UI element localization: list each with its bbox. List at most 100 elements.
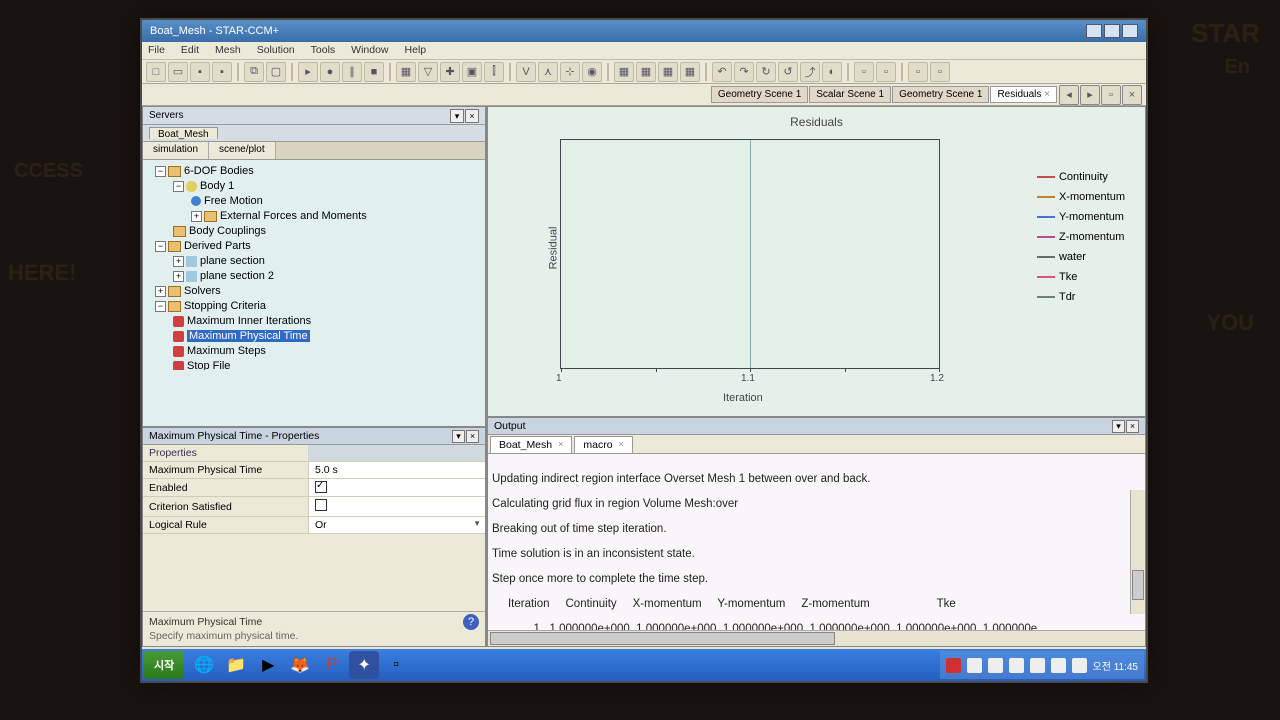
e2-icon[interactable]: ▫: [876, 62, 896, 82]
menu-edit[interactable]: Edit: [181, 44, 199, 57]
tray-icon[interactable]: [1051, 658, 1066, 673]
save-icon[interactable]: ▪: [190, 62, 210, 82]
taskbar-ie-icon[interactable]: 🌐: [189, 651, 219, 679]
grid3-icon[interactable]: ▦: [658, 62, 678, 82]
node-maxsteps[interactable]: Maximum Steps: [187, 345, 266, 357]
node-stopfile[interactable]: Stop File: [187, 360, 230, 370]
node-maxphys-selected[interactable]: Maximum Physical Time: [187, 330, 310, 342]
node-solvers[interactable]: Solvers: [184, 285, 221, 297]
scene-tab-residuals[interactable]: Residuals ×: [990, 86, 1057, 103]
output-close-icon[interactable]: ×: [1126, 420, 1139, 433]
node-maxinner[interactable]: Maximum Inner Iterations: [187, 315, 311, 327]
node-freemotion[interactable]: Free Motion: [204, 195, 263, 207]
maximize-button[interactable]: [1104, 24, 1120, 38]
output-hscrollbar[interactable]: [488, 630, 1145, 646]
tab-close-icon[interactable]: ×: [1122, 85, 1142, 105]
grid2-icon[interactable]: ▦: [636, 62, 656, 82]
node-plane2[interactable]: plane section 2: [200, 270, 274, 282]
menu-tools[interactable]: Tools: [311, 44, 336, 57]
mesh-icon[interactable]: ▦: [396, 62, 416, 82]
r3-icon[interactable]: ⤴: [800, 62, 820, 82]
node-extforces[interactable]: External Forces and Moments: [220, 210, 367, 222]
tree-pin-icon[interactable]: ▾: [450, 109, 464, 123]
props-pin-icon[interactable]: ▾: [452, 430, 465, 443]
tree-close-icon[interactable]: ×: [465, 109, 479, 123]
output-tab-boatmesh[interactable]: Boat_Mesh×: [490, 436, 572, 453]
stop-icon[interactable]: ■: [364, 62, 384, 82]
taskbar-starccm-icon[interactable]: ✦: [349, 651, 379, 679]
chart-icon[interactable]: ⫿: [484, 62, 504, 82]
e1-icon[interactable]: ▫: [854, 62, 874, 82]
tab-left-icon[interactable]: ◂: [1059, 85, 1079, 105]
minimize-button[interactable]: [1086, 24, 1102, 38]
r2-icon[interactable]: ↺: [778, 62, 798, 82]
prop-maxphys-value[interactable]: 5.0 s: [308, 462, 485, 478]
saveall-icon[interactable]: ▪: [212, 62, 232, 82]
output-pin-icon[interactable]: ▾: [1112, 420, 1125, 433]
undo-icon[interactable]: ↶: [712, 62, 732, 82]
node-bodycoup[interactable]: Body Couplings: [189, 225, 266, 237]
run-icon[interactable]: ●: [320, 62, 340, 82]
v-icon[interactable]: V: [516, 62, 536, 82]
taskbar-powerpoint-icon[interactable]: P: [317, 651, 347, 679]
close-button[interactable]: [1122, 24, 1138, 38]
output-vscrollbar[interactable]: [1130, 490, 1145, 614]
grid1-icon[interactable]: ▦: [614, 62, 634, 82]
step-icon[interactable]: ▸: [298, 62, 318, 82]
node-6dof[interactable]: 6-DOF Bodies: [184, 165, 254, 177]
tray-icon[interactable]: [1030, 658, 1045, 673]
tray-icon[interactable]: [1072, 658, 1087, 673]
menu-mesh[interactable]: Mesh: [215, 44, 241, 57]
new-icon[interactable]: □: [146, 62, 166, 82]
redo-icon[interactable]: ↷: [734, 62, 754, 82]
tray-icon[interactable]: [946, 658, 961, 673]
tray-icon[interactable]: [967, 658, 982, 673]
r1-icon[interactable]: ↻: [756, 62, 776, 82]
probe-icon[interactable]: ✚: [440, 62, 460, 82]
node-derived[interactable]: Derived Parts: [184, 240, 251, 252]
sim-tree[interactable]: −6-DOF Bodies −Body 1 Free Motion +Exter…: [143, 160, 485, 370]
scene-tab-1[interactable]: Geometry Scene 1: [711, 86, 808, 103]
tray-icon[interactable]: [988, 658, 1003, 673]
world-icon[interactable]: ◐: [822, 62, 842, 82]
open-icon[interactable]: ▭: [168, 62, 188, 82]
e3-icon[interactable]: ▫: [908, 62, 928, 82]
menu-window[interactable]: Window: [351, 44, 388, 57]
node-stopcrit[interactable]: Stopping Criteria: [184, 300, 266, 312]
view-icon[interactable]: ▣: [462, 62, 482, 82]
taskbar-firefox-icon[interactable]: 🦊: [285, 651, 315, 679]
plot-area[interactable]: [560, 139, 940, 369]
prop-logrule-dropdown[interactable]: Or: [308, 517, 485, 533]
node-plane1[interactable]: plane section: [200, 255, 265, 267]
close-icon[interactable]: ×: [619, 439, 624, 451]
menu-file[interactable]: File: [148, 44, 165, 57]
select-icon[interactable]: ▽: [418, 62, 438, 82]
system-tray[interactable]: 오전 11:45: [940, 651, 1144, 679]
menu-solution[interactable]: Solution: [257, 44, 295, 57]
tray-icon[interactable]: [1009, 658, 1024, 673]
tab-max-icon[interactable]: ▫: [1101, 85, 1121, 105]
tree-tab-sceneplot[interactable]: scene/plot: [209, 142, 276, 159]
start-button[interactable]: 시작: [144, 651, 184, 679]
e4-icon[interactable]: ▫: [930, 62, 950, 82]
close-icon[interactable]: ×: [558, 439, 563, 451]
taskbar-media-icon[interactable]: ▶: [253, 651, 283, 679]
output-tab-macro[interactable]: macro×: [574, 436, 632, 453]
person-icon[interactable]: ⋏: [538, 62, 558, 82]
output-text[interactable]: Updating indirect region interface Overs…: [488, 454, 1145, 630]
paste-icon[interactable]: ▢: [266, 62, 286, 82]
pause-icon[interactable]: ∥: [342, 62, 362, 82]
taskbar-explorer-icon[interactable]: 📁: [221, 651, 251, 679]
tab-right-icon[interactable]: ▸: [1080, 85, 1100, 105]
menu-help[interactable]: Help: [405, 44, 427, 57]
grid4-icon[interactable]: ▦: [680, 62, 700, 82]
target-icon[interactable]: ◉: [582, 62, 602, 82]
props-close-icon[interactable]: ×: [466, 430, 479, 443]
axis-icon[interactable]: ⊹: [560, 62, 580, 82]
file-tab-boatmesh[interactable]: Boat_Mesh: [149, 127, 218, 139]
prop-enabled-checkbox[interactable]: [315, 481, 327, 493]
help-icon[interactable]: ?: [463, 614, 479, 630]
scene-tab-2[interactable]: Scalar Scene 1: [809, 86, 891, 103]
scene-tab-3[interactable]: Geometry Scene 1: [892, 86, 989, 103]
copy-icon[interactable]: ⧉: [244, 62, 264, 82]
